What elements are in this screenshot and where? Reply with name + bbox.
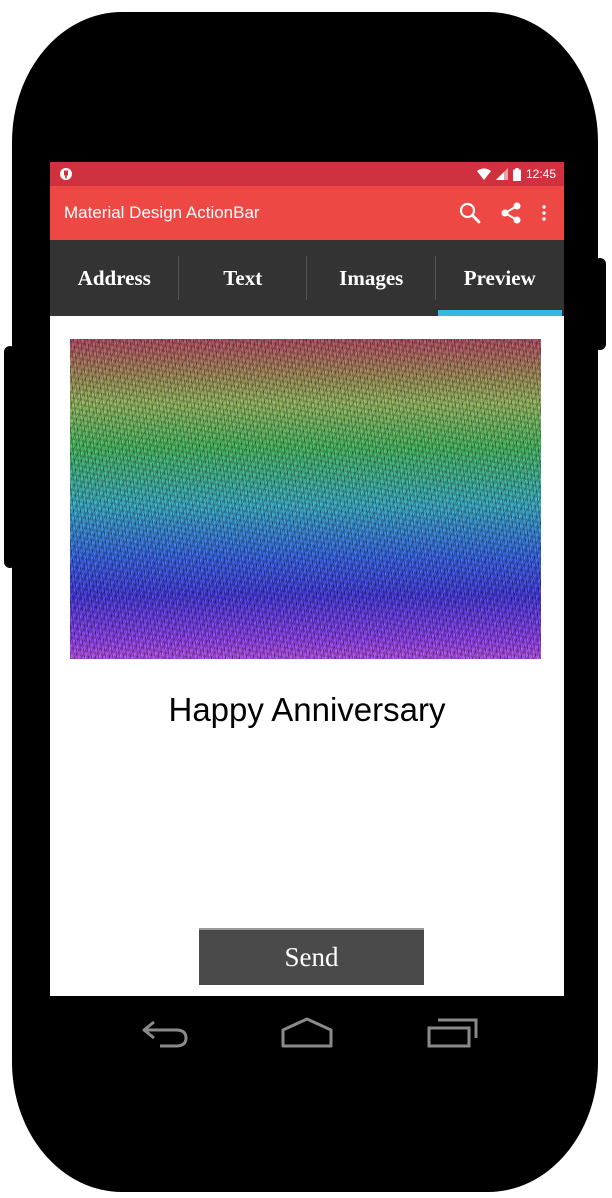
share-icon[interactable] <box>499 201 523 225</box>
tab-address[interactable]: Address <box>50 240 179 316</box>
tab-label: Address <box>77 265 151 290</box>
preview-image <box>70 339 541 659</box>
power-button <box>594 258 606 350</box>
status-time: 12:45 <box>525 167 556 181</box>
signal-icon <box>495 168 508 180</box>
search-icon[interactable] <box>458 201 482 225</box>
tab-text[interactable]: Text <box>179 240 307 316</box>
tab-preview[interactable]: Preview <box>436 240 565 316</box>
tab-bar: Address Text Images Preview <box>50 240 564 316</box>
android-notification-icon <box>60 168 72 180</box>
send-button[interactable]: Send <box>199 928 424 985</box>
app-title: Material Design ActionBar <box>64 203 260 222</box>
overflow-menu-icon[interactable] <box>532 201 556 225</box>
back-icon[interactable] <box>138 1016 192 1050</box>
greeting-message: Happy Anniversary <box>168 691 446 728</box>
tab-label: Text <box>223 265 263 290</box>
volume-button <box>4 346 16 568</box>
tab-label: Images <box>339 265 404 290</box>
tab-images[interactable]: Images <box>307 240 436 316</box>
tab-label: Preview <box>463 265 536 290</box>
tab-selected-indicator <box>437 310 562 316</box>
home-icon[interactable] <box>280 1016 334 1050</box>
screen: 12:45 Material Design ActionBar Address … <box>50 162 564 996</box>
wifi-icon <box>476 168 491 180</box>
recent-apps-icon[interactable] <box>426 1016 480 1050</box>
battery-icon <box>512 167 521 181</box>
status-bar: 12:45 <box>50 162 564 186</box>
action-bar: Material Design ActionBar <box>50 186 564 240</box>
